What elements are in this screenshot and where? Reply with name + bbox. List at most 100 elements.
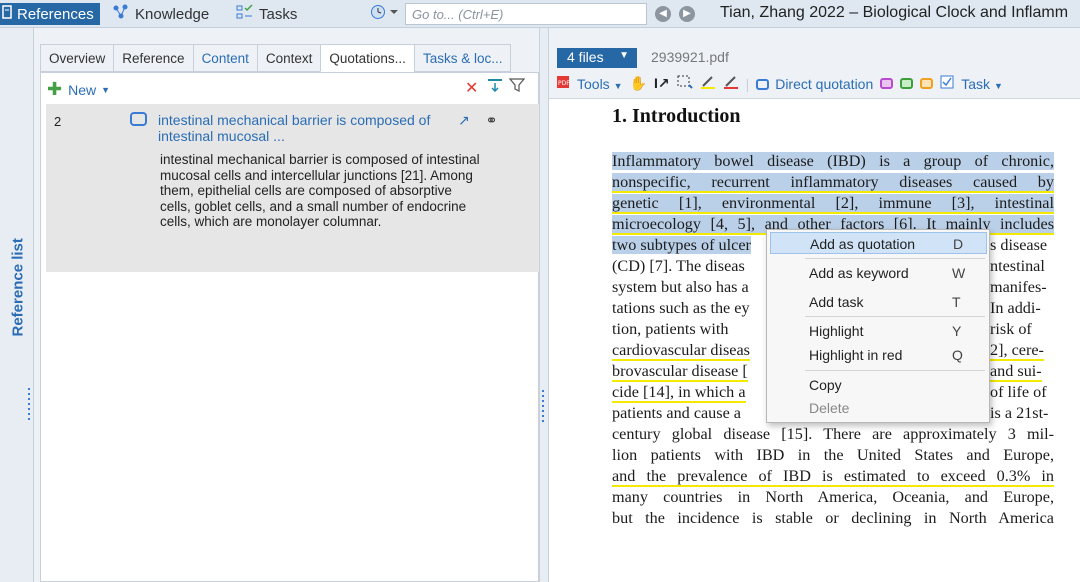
pdf-line[interactable]: but the incidence is stable or declining… — [612, 508, 1054, 529]
selected-text[interactable]: two subtypes of ulcer — [612, 236, 751, 254]
pdf-file-name[interactable]: 2939921.pdf — [651, 49, 729, 65]
chevron-down-icon: ▼ — [101, 84, 111, 95]
splitter-handle[interactable] — [542, 390, 546, 425]
tools-menu[interactable]: Tools ▼ — [577, 76, 623, 92]
tab-quotations[interactable]: Quotations... — [320, 44, 414, 72]
quotations-toolbar: ✚ New ▼ ✕ — [41, 73, 538, 103]
pdf-line[interactable]: two subtypes of ulcer — [612, 235, 772, 256]
highlight-red-icon[interactable] — [723, 75, 739, 92]
quotation-number: 2 — [54, 114, 62, 129]
pdf-line[interactable]: brovascular disease [ — [612, 361, 772, 382]
pdf-line-fragment[interactable]: and sui- — [990, 361, 1060, 382]
forward-icon[interactable]: ▶ — [679, 6, 695, 22]
svg-text:PDF: PDF — [558, 80, 570, 87]
task-menu[interactable]: Task ▼ — [961, 76, 1003, 92]
area-select-icon[interactable] — [677, 75, 693, 92]
left-resize-handle[interactable] — [28, 388, 32, 423]
tab-context[interactable]: Context — [256, 44, 321, 72]
toolbar-divider: | — [745, 75, 750, 92]
pdf-toolbar: PDF Tools ▼ ✋ I↗ | Direct quotation Task… — [549, 69, 1080, 99]
new-quotation-button[interactable]: ✚ New ▼ — [47, 79, 110, 100]
panel-splitter[interactable] — [539, 28, 549, 582]
pdf-line[interactable]: many countries in North America, Oceania… — [612, 487, 1054, 508]
pdf-line[interactable]: Inflammatory bowel disease (IBD) is a gr… — [612, 151, 1054, 172]
pdf-line-fragment[interactable]: ntestinal — [990, 256, 1060, 277]
document-title: Tian, Zhang 2022 – Biological Clock and … — [720, 4, 1069, 21]
reference-list-strip[interactable]: Reference list — [0, 28, 34, 582]
menu-item-delete: Delete — [809, 400, 850, 416]
selected-text[interactable]: Inflammatory bowel disease (IBD) is a gr… — [612, 152, 1054, 170]
pdf-line[interactable]: century global disease [15]. There are a… — [612, 424, 1054, 445]
pdf-line[interactable]: nonspecific, recurrent inflammatory dise… — [612, 172, 1054, 193]
highlight-yellow-icon[interactable] — [700, 75, 716, 92]
quotation-icon — [130, 112, 147, 126]
menu-item-highlight-in-red[interactable]: Highlight in red Q — [770, 344, 987, 366]
pdf-line-fragment[interactable]: 2], cere- — [990, 340, 1060, 361]
pdf-line[interactable]: genetic [1], environmental [2], immune [… — [612, 193, 1054, 214]
direct-quotation-button[interactable]: Direct quotation — [756, 76, 873, 92]
menu-item-add-as-quotation[interactable]: Add as quotation D — [770, 232, 987, 254]
link-icon[interactable]: ⚭ — [486, 112, 498, 128]
pdf-line[interactable]: patients and cause a — [612, 403, 772, 424]
pdf-line-fragment[interactable]: In addi- — [990, 298, 1060, 319]
references-button[interactable]: References — [0, 3, 100, 25]
filter-icon[interactable] — [508, 78, 526, 97]
history-button[interactable] — [370, 3, 400, 25]
back-icon[interactable]: ◀ — [655, 6, 671, 22]
text-select-icon[interactable]: I↗ — [654, 75, 670, 92]
pdf-line-fragment[interactable]: manifes- — [990, 277, 1060, 298]
goto-input[interactable]: Go to... (Ctrl+E) — [405, 3, 647, 25]
quotation-text: intestinal mechanical barrier is compose… — [160, 152, 480, 229]
delete-icon[interactable]: ✕ — [465, 78, 478, 98]
summary-icon[interactable] — [900, 76, 914, 92]
menu-separator — [805, 258, 985, 259]
pdf-line[interactable]: tion, patients with — [612, 319, 772, 340]
hand-tool-icon[interactable]: ✋ — [630, 75, 647, 92]
menu-separator — [805, 370, 985, 371]
pdf-line[interactable]: system but also has a — [612, 277, 772, 298]
menu-item-highlight[interactable]: Highlight Y — [770, 320, 987, 342]
plus-icon: ✚ — [47, 79, 63, 99]
tab-content[interactable]: Content — [192, 44, 257, 72]
quotation-title[interactable]: intestinal mechanical barrier is compose… — [158, 112, 448, 144]
tab-overview[interactable]: Overview — [40, 44, 114, 72]
section-heading: 1. Introduction — [612, 105, 741, 127]
pdf-line-fragment[interactable]: of life of — [990, 382, 1060, 403]
selected-text[interactable]: genetic [1], environmental [2], immune [… — [612, 194, 1054, 214]
references-icon — [2, 5, 12, 23]
pdf-line[interactable]: and the prevalence of IBD is estimated t… — [612, 466, 1054, 487]
pdf-line[interactable]: tations such as the ey — [612, 298, 772, 319]
knowledge-button[interactable]: Knowledge — [112, 3, 209, 25]
task-check-icon[interactable] — [940, 75, 954, 92]
pdf-line-fragment[interactable]: is a 21st- — [990, 403, 1060, 424]
pdf-line[interactable]: (CD) [7]. The diseas — [612, 256, 772, 277]
tab-tasks-locations[interactable]: Tasks & loc... — [413, 44, 512, 72]
menu-item-add-as-keyword[interactable]: Add as keyword W — [770, 262, 987, 284]
pdf-line[interactable]: cide [14], in which a — [612, 382, 772, 403]
indirect-quotation-icon[interactable] — [880, 76, 894, 92]
pdf-line[interactable]: cardiovascular diseas — [612, 340, 772, 361]
tab-reference[interactable]: Reference — [113, 44, 193, 72]
pdf-line-fragment[interactable]: risk of — [990, 319, 1060, 340]
main-toolbar: References Knowledge Tasks Go to... (Ctr… — [0, 0, 1080, 28]
tasks-label: Tasks — [259, 5, 298, 23]
pdf-line-fragment[interactable]: s disease — [990, 235, 1060, 256]
quotation-item[interactable]: 2 intestinal mechanical barrier is compo… — [46, 104, 539, 272]
menu-item-add-task[interactable]: Add task T — [770, 291, 987, 313]
pdf-line[interactable]: lion patients with IBD in the United Sta… — [612, 445, 1054, 466]
references-label: References — [17, 5, 94, 23]
files-dropdown[interactable]: 4 files ▼ — [557, 48, 637, 68]
knowledge-label: Knowledge — [135, 5, 210, 23]
detail-tabs: Overview Reference Content Context Quota… — [40, 44, 512, 72]
knowledge-icon — [112, 4, 130, 24]
comment-icon[interactable] — [920, 76, 934, 92]
jump-to-location-icon[interactable]: ↗ — [458, 112, 470, 128]
sort-icon[interactable] — [487, 78, 503, 97]
selected-text[interactable]: nonspecific, recurrent inflammatory dise… — [612, 173, 1054, 193]
tasks-button[interactable]: Tasks — [236, 3, 297, 25]
menu-item-copy[interactable]: Copy — [770, 374, 987, 396]
context-menu: Add as quotation D Add as keyword W Add ta… — [766, 229, 990, 423]
chevron-down-icon: ▼ — [619, 50, 629, 61]
quotation-icon — [756, 79, 770, 91]
new-label: New — [68, 81, 97, 98]
